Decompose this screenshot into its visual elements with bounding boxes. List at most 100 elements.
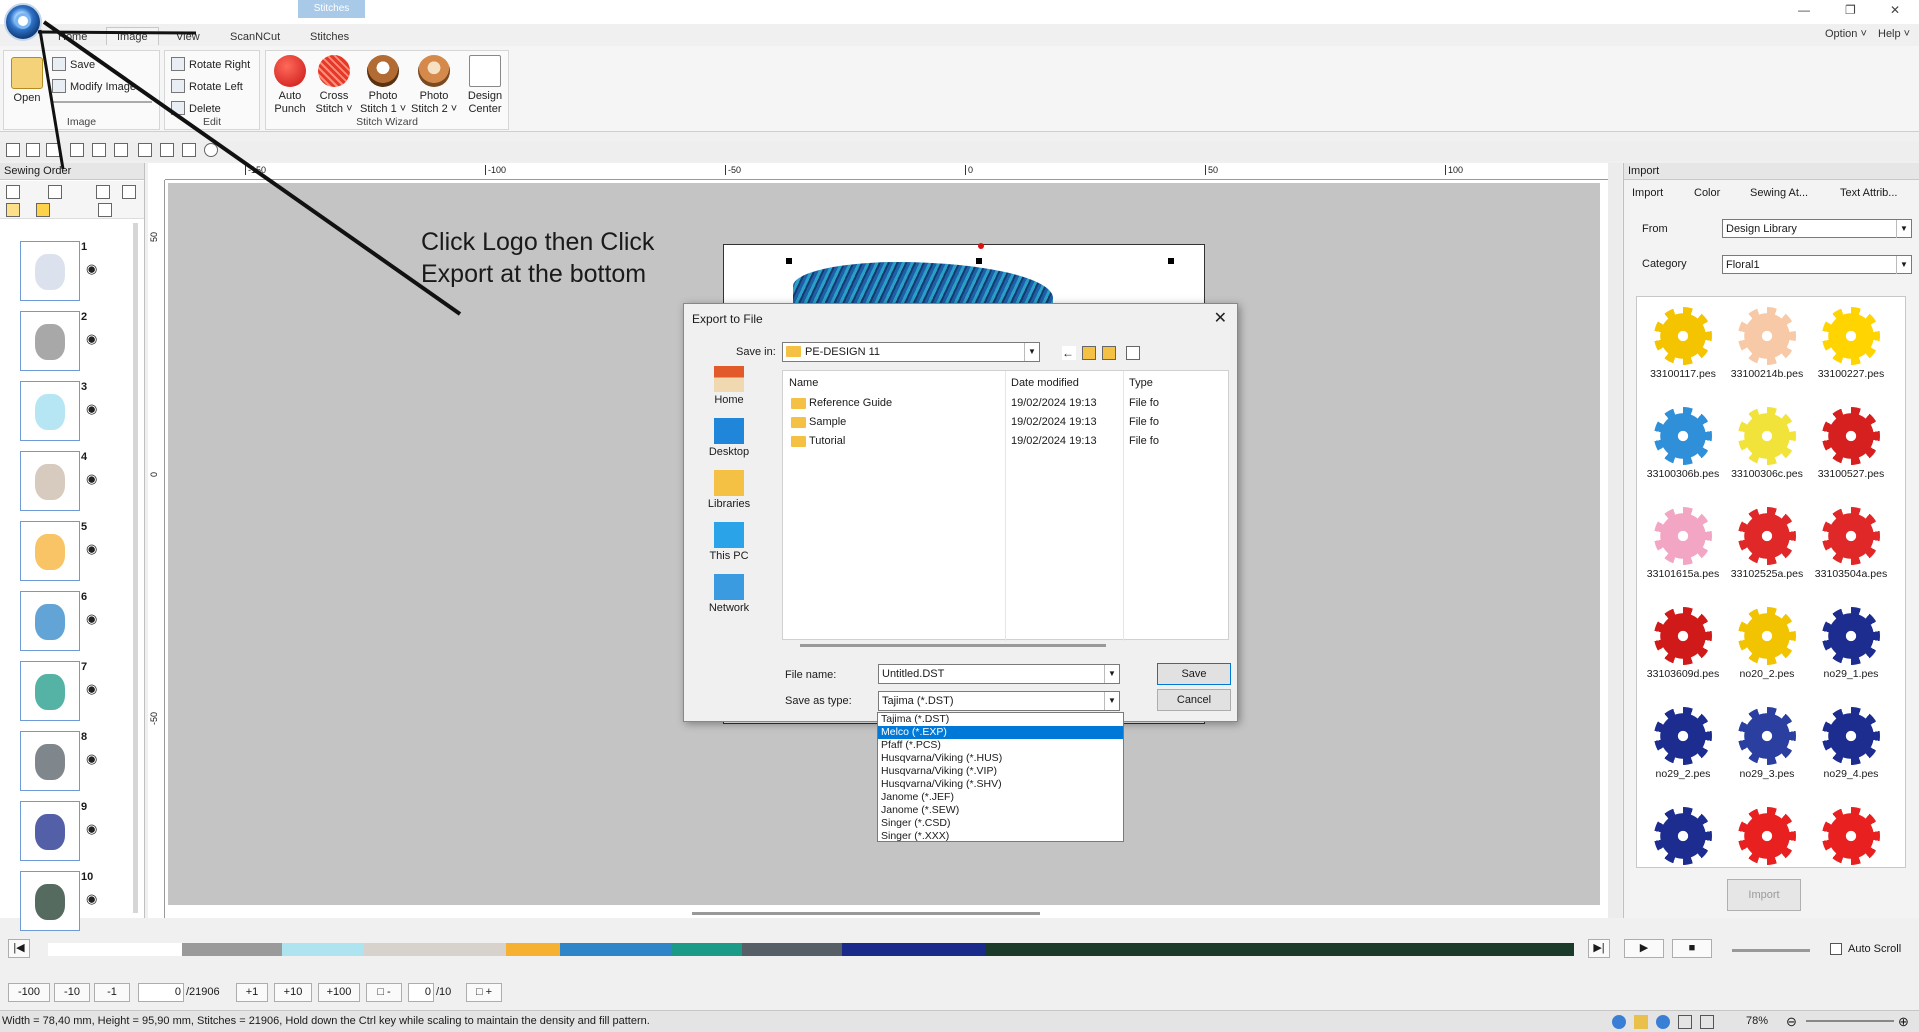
forward-100-button[interactable]: +100 <box>318 983 360 1002</box>
back-100-button[interactable]: -100 <box>8 983 50 1002</box>
grid-icon[interactable] <box>182 143 196 157</box>
library-item[interactable]: 33100227.pes <box>1811 303 1891 399</box>
frame-icon[interactable] <box>122 185 136 199</box>
library-item[interactable]: no20_2.pes <box>1727 603 1807 699</box>
library-item[interactable] <box>1727 803 1807 867</box>
minimize-icon[interactable]: — <box>1798 3 1810 17</box>
eye-icon[interactable]: ◉ <box>86 891 97 907</box>
group-icon[interactable] <box>48 185 62 199</box>
color-segment[interactable] <box>560 943 672 956</box>
color-sort-icon[interactable] <box>96 185 110 199</box>
place-this-pc[interactable]: This PC <box>696 522 762 562</box>
open-button[interactable]: Open <box>10 57 44 105</box>
zoom-icon[interactable] <box>70 143 84 157</box>
redo-icon[interactable] <box>114 143 128 157</box>
column-name[interactable]: Name <box>789 377 818 389</box>
tab-stitches[interactable]: Stitches <box>310 28 349 46</box>
library-item[interactable]: no29_3.pes <box>1727 703 1807 799</box>
library-item[interactable]: 33103504a.pes <box>1811 503 1891 599</box>
place-home[interactable]: Home <box>696 366 762 406</box>
auto-punch-button[interactable]: Auto Punch <box>272 55 308 116</box>
save-type-option[interactable]: Singer (*.CSD) <box>878 817 1123 830</box>
file-name-field[interactable]: Untitled.DST ▼ <box>878 664 1120 684</box>
fit-icon[interactable] <box>6 185 20 199</box>
place-network[interactable]: Network <box>696 574 762 614</box>
library-item[interactable] <box>1811 803 1891 867</box>
save-type-option[interactable]: Janome (*.SEW) <box>878 804 1123 817</box>
color-segment[interactable] <box>282 943 364 956</box>
help-menu[interactable]: Help ˅ <box>1878 28 1910 40</box>
eye-icon[interactable]: ◉ <box>86 331 97 347</box>
library-item[interactable]: no29_1.pes <box>1811 603 1891 699</box>
tab-scanncut[interactable]: ScanNCut <box>230 28 280 46</box>
back-icon[interactable]: ← <box>1062 346 1076 360</box>
save-type-option[interactable]: Singer (*.XXX) <box>878 830 1123 843</box>
sewing-order-item[interactable] <box>20 661 80 721</box>
open-file-icon[interactable] <box>26 143 40 157</box>
back-10-button[interactable]: -10 <box>54 983 90 1002</box>
tab-sewing-attributes[interactable]: Sewing At... <box>1750 187 1808 199</box>
up-folder-icon[interactable] <box>1082 346 1096 360</box>
library-item[interactable]: 33101615a.pes <box>1643 503 1723 599</box>
color-segment[interactable] <box>506 943 560 956</box>
library-item[interactable]: 33100117.pes <box>1643 303 1723 399</box>
library-item[interactable]: 33100214b.pes <box>1727 303 1807 399</box>
horizontal-scrollbar[interactable] <box>692 912 1040 915</box>
color-segment[interactable] <box>48 943 182 956</box>
previous-frame-button[interactable]: □ - <box>366 983 402 1002</box>
tab-color[interactable]: Color <box>1694 187 1720 199</box>
sewing-order-item[interactable] <box>20 311 80 371</box>
selection-handle[interactable] <box>976 258 982 264</box>
rotate-handle[interactable] <box>978 243 984 249</box>
new-file-icon[interactable] <box>6 143 20 157</box>
photo-stitch-2-button[interactable]: Photo Stitch 2 ˅ <box>411 55 457 116</box>
preview-icon[interactable] <box>138 143 152 157</box>
close-icon[interactable]: ✕ <box>1214 308 1227 328</box>
library-item[interactable]: 33100527.pes <box>1811 403 1891 499</box>
new-folder-icon[interactable] <box>1102 346 1116 360</box>
place-libraries[interactable]: Libraries <box>696 470 762 510</box>
selection-handle[interactable] <box>786 258 792 264</box>
rotate-right-button[interactable]: Rotate Right <box>171 57 250 72</box>
save-in-select[interactable]: PE-DESIGN 11 ▼ <box>782 342 1040 362</box>
library-item[interactable] <box>1643 803 1723 867</box>
save-type-option[interactable]: Husqvarna/Viking (*.HUS) <box>878 752 1123 765</box>
sewing-order-item[interactable] <box>20 871 80 931</box>
eye-icon[interactable]: ◉ <box>86 261 97 277</box>
help-circle-icon[interactable] <box>204 143 218 157</box>
auto-scroll-checkbox[interactable] <box>1830 943 1842 955</box>
frame-current-input[interactable]: 0 <box>408 983 434 1002</box>
color-segment[interactable] <box>842 943 985 956</box>
color-segment[interactable] <box>742 943 842 956</box>
save-type-option[interactable]: Husqvarna/Viking (*.VIP) <box>878 765 1123 778</box>
design-center-button[interactable]: Design Center <box>464 55 506 116</box>
stop-button[interactable]: ■ <box>1672 939 1712 958</box>
sewing-order-item[interactable] <box>20 591 80 651</box>
list-item[interactable]: Tutorial 19/02/2024 19:13 File fo <box>789 435 1229 453</box>
realistic-icon[interactable] <box>1634 1015 1648 1029</box>
first-stitch-button[interactable]: |◀ <box>8 939 30 958</box>
eye-icon[interactable]: ◉ <box>86 681 97 697</box>
save-type-select[interactable]: Tajima (*.DST) ▼ <box>878 691 1120 711</box>
zoom-slider[interactable] <box>1806 1020 1894 1022</box>
next-frame-button[interactable]: □ + <box>466 983 502 1002</box>
eye-icon[interactable]: ◉ <box>86 751 97 767</box>
sewing-order-item[interactable] <box>20 451 80 511</box>
eye-icon[interactable]: ◉ <box>86 611 97 627</box>
photo-stitch-1-button[interactable]: Photo Stitch 1 ˅ <box>360 55 406 116</box>
eye-icon[interactable]: ◉ <box>86 821 97 837</box>
tab-view[interactable]: View <box>176 28 200 46</box>
library-item[interactable]: no29_4.pes <box>1811 703 1891 799</box>
library-item[interactable]: no29_2.pes <box>1643 703 1723 799</box>
back-1-button[interactable]: -1 <box>94 983 130 1002</box>
color-segment[interactable] <box>672 943 742 956</box>
library-item[interactable]: 33100306b.pes <box>1643 403 1723 499</box>
library-item[interactable]: 33103609d.pes <box>1643 603 1723 699</box>
last-stitch-button[interactable]: ▶| <box>1588 939 1610 958</box>
zoom-out-icon[interactable]: ⊖ <box>1786 1012 1797 1032</box>
save-type-option[interactable]: Husqvarna/Viking (*.SHV) <box>878 778 1123 791</box>
save-type-option[interactable]: Tajima (*.DST) <box>878 713 1123 726</box>
image-slider[interactable] <box>52 101 152 103</box>
forward-1-button[interactable]: +1 <box>236 983 268 1002</box>
selection-handle[interactable] <box>1168 258 1174 264</box>
